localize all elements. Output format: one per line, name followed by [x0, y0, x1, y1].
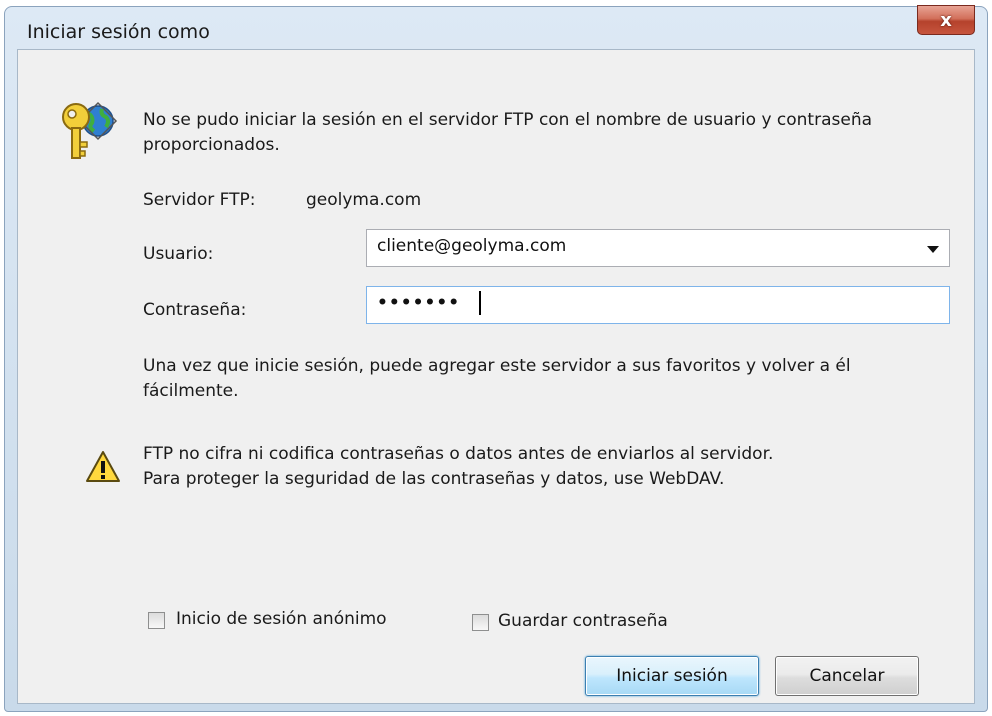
user-label: Usuario: — [143, 244, 214, 264]
anonymous-label[interactable]: Inicio de sesión anónimo — [176, 607, 387, 632]
close-icon: x — [940, 9, 952, 31]
save-password-label[interactable]: Guardar contraseña — [498, 609, 668, 634]
cancel-button[interactable]: Cancelar — [775, 656, 919, 696]
password-label: Contraseña: — [143, 300, 247, 320]
warning-line2: Para proteger la seguridad de las contra… — [143, 469, 725, 489]
key-globe-icon — [62, 101, 118, 159]
user-combobox[interactable]: cliente@geolyma.com — [366, 229, 950, 267]
anonymous-checkbox[interactable] — [148, 612, 165, 629]
close-button[interactable]: x — [917, 5, 975, 35]
login-dialog: Iniciar sesión como x No se pudo iniciar… — [4, 5, 988, 712]
save-password-checkbox[interactable] — [472, 614, 489, 631]
password-value: ••••••• — [377, 293, 461, 313]
dialog-title: Iniciar sesión como — [27, 21, 210, 43]
info-line1: Una vez que inicie sesión, puede agregar… — [143, 356, 851, 376]
info-line2: fácilmente. — [143, 381, 239, 401]
text-caret — [479, 291, 481, 315]
password-field[interactable]: ••••••• — [366, 286, 950, 324]
chevron-down-icon[interactable] — [927, 246, 939, 253]
error-message-line1: No se pudo iniciar la sesión en el servi… — [143, 110, 873, 130]
warning-icon — [86, 451, 120, 482]
title-bar[interactable]: Iniciar sesión como x — [5, 5, 987, 49]
server-label: Servidor FTP: — [143, 190, 256, 210]
error-message-line2: proporcionados. — [143, 135, 280, 155]
login-button[interactable]: Iniciar sesión — [585, 656, 759, 696]
server-value: geolyma.com — [306, 190, 422, 210]
warning-line1: FTP no cifra ni codifica contraseñas o d… — [143, 444, 774, 464]
user-value: cliente@geolyma.com — [377, 236, 567, 256]
dialog-body: No se pudo iniciar la sesión en el servi… — [17, 49, 975, 704]
